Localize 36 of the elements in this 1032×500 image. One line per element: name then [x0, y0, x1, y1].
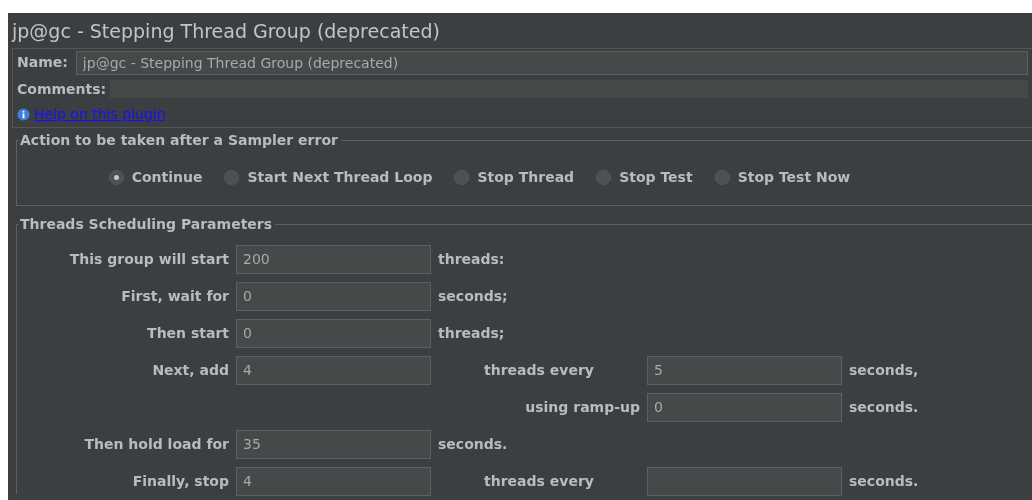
info-icon	[17, 107, 30, 121]
number-field[interactable]: 0	[647, 392, 842, 422]
number-field[interactable]: 35	[236, 429, 431, 459]
number-field[interactable]: 200	[236, 244, 431, 274]
unit-label: seconds.	[438, 434, 509, 454]
field-label: threads every	[483, 471, 595, 491]
radio-option[interactable]: Stop Test Now	[714, 166, 851, 188]
radio-button[interactable]	[108, 169, 124, 185]
radio-option[interactable]: Continue	[108, 166, 203, 188]
unit-label: seconds;	[438, 286, 509, 306]
unit-label: seconds.	[849, 471, 920, 491]
unit-label: seconds.	[849, 397, 920, 417]
panel-title: jp@gc - Stepping Thread Group (deprecated)	[10, 19, 441, 44]
field-label: Then hold load for	[83, 434, 229, 454]
number-field[interactable]: 5	[647, 355, 842, 385]
radio-option[interactable]: Start Next Thread Loop	[224, 166, 433, 188]
unit-label: threads;	[438, 323, 506, 343]
unit-label: seconds,	[849, 360, 920, 380]
name-label: Name:	[17, 53, 68, 72]
number-field[interactable]: 0	[236, 318, 431, 348]
field-label: Finally, stop	[131, 471, 229, 491]
number-field[interactable]: 4	[236, 355, 431, 385]
number-field[interactable]: 4	[236, 466, 431, 496]
name-field[interactable]: jp@gc - Stepping Thread Group (deprecated)	[75, 50, 1028, 75]
comments-label: Comments:	[17, 79, 107, 99]
field-label: This group will start	[68, 249, 229, 269]
field-label: threads every	[483, 360, 595, 380]
number-field[interactable]: 0	[236, 281, 431, 311]
field-label: Then start	[146, 323, 229, 343]
number-field[interactable]	[647, 466, 842, 496]
radio-option[interactable]: Stop Thread	[454, 166, 575, 188]
field-label: First, wait for	[120, 286, 229, 306]
radio-option[interactable]: Stop Test	[596, 166, 693, 188]
field-label: using ramp-up	[524, 397, 640, 417]
field-label: Next, add	[151, 360, 229, 380]
unit-label: threads:	[438, 249, 506, 269]
